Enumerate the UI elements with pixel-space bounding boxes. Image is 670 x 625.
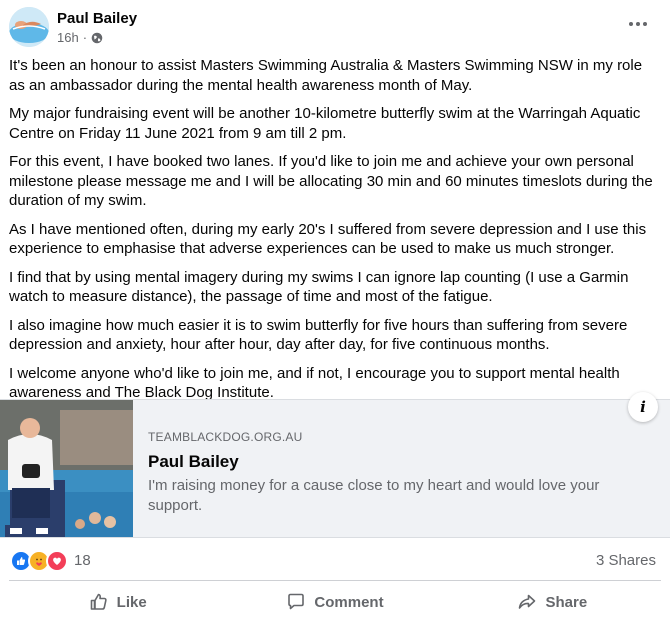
post-actions: Like Comment Share (9, 584, 661, 620)
post-header: Paul Bailey 16h · (0, 0, 670, 52)
preview-thumbnail[interactable] (0, 400, 133, 537)
post-meta: 16h · (57, 30, 103, 45)
post-paragraph: I also imagine how much easier it is to … (9, 316, 628, 354)
post-body: It's been an honour to assist Masters Sw… (9, 56, 659, 412)
reaction-icons[interactable] (10, 550, 68, 572)
preview-title[interactable]: Paul Bailey (148, 452, 618, 472)
preview-text: TEAMBLACKDOG.ORG.AU Paul Bailey I'm rais… (148, 430, 618, 516)
share-label: Share (545, 593, 588, 611)
love-icon (46, 550, 68, 572)
more-options-button[interactable] (624, 14, 652, 34)
reaction-count[interactable]: 18 (74, 552, 91, 569)
share-button[interactable]: Share (444, 584, 661, 620)
comment-button[interactable]: Comment (226, 584, 443, 620)
post-paragraph: I find that by using mental imagery duri… (9, 268, 629, 306)
ellipsis-icon (629, 22, 647, 26)
like-button[interactable]: Like (9, 584, 226, 620)
post-paragraph: As I have mentioned often, during my ear… (9, 220, 647, 258)
post-time[interactable]: 16h (57, 30, 79, 45)
globe-icon[interactable] (91, 32, 103, 44)
share-arrow-icon (519, 594, 536, 609)
comment-label: Comment (314, 593, 384, 611)
author-name[interactable]: Paul Bailey (57, 10, 137, 27)
preview-description: I'm raising money for a cause close to m… (148, 477, 600, 514)
actions-divider (9, 580, 661, 581)
post-paragraph: For this event, I have booked two lanes.… (9, 153, 653, 209)
reactions-bar: 18 3 Shares (0, 548, 670, 574)
facebook-post: Paul Bailey 16h · It's been an honour to… (0, 0, 670, 625)
link-preview-card[interactable]: TEAMBLACKDOG.ORG.AU Paul Bailey I'm rais… (0, 392, 670, 538)
info-button[interactable]: i (628, 392, 658, 422)
like-label: Like (116, 593, 147, 611)
thumbs-up-icon (90, 593, 107, 610)
comment-icon (288, 593, 305, 610)
post-paragraph: I welcome anyone who'd like to join me, … (9, 364, 620, 402)
share-count[interactable]: 3 Shares (596, 552, 656, 569)
author-avatar[interactable] (9, 7, 49, 47)
post-paragraph: It's been an honour to assist Masters Sw… (9, 57, 643, 94)
preview-domain: TEAMBLACKDOG.ORG.AU (148, 430, 303, 444)
meta-separator: · (82, 30, 88, 45)
post-paragraph: My major fundraising event will be anoth… (9, 105, 641, 142)
